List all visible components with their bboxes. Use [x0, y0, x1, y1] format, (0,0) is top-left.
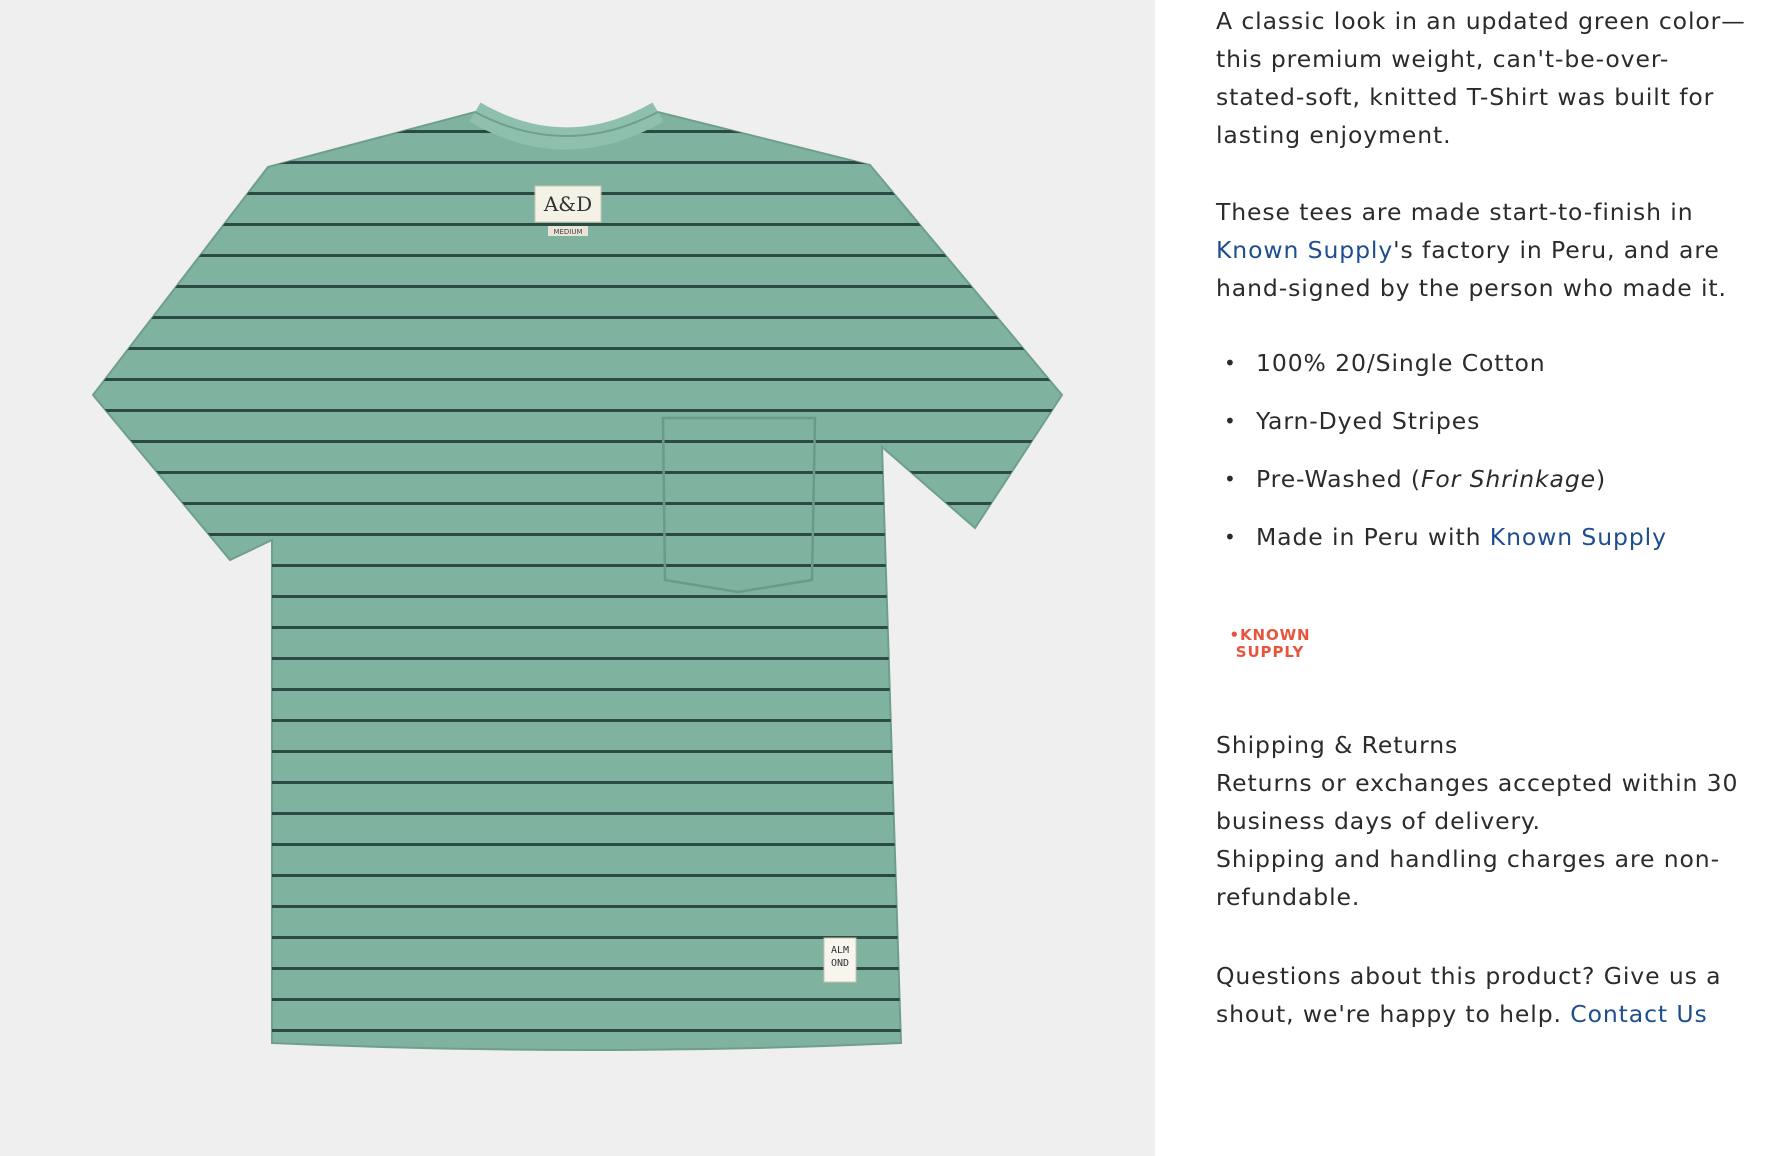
bullet-icon: • — [1224, 409, 1237, 433]
shirt-stripe — [93, 533, 1062, 536]
handling-text: Shipping and handling charges are non-re… — [1216, 845, 1720, 911]
known-supply-logo: •KNOWN SUPPLY — [1220, 620, 1320, 670]
feature-item: • Yarn-Dyed Stripes — [1216, 402, 1756, 460]
product-image[interactable]: A&D MEDIUM ALM OND — [0, 0, 1155, 1156]
shirt-stripe — [93, 1029, 1062, 1032]
shirt-stripe — [93, 347, 1062, 350]
shirt-stripe — [93, 285, 1062, 288]
known-supply-link[interactable]: Known Supply — [1490, 523, 1667, 551]
shirt-stripe — [93, 843, 1062, 846]
shipping-heading: Shipping & Returns — [1216, 731, 1459, 759]
made-in-paragraph: These tees are made start-to-finish in K… — [1216, 198, 1727, 302]
feature-list: • 100% 20/Single Cotton • Yarn-Dyed Stripe… — [1216, 344, 1756, 576]
svg-text:ALM: ALM — [831, 945, 849, 956]
svg-text:OND: OND — [831, 958, 849, 969]
shirt-stripe — [93, 502, 1062, 505]
known-supply-link[interactable]: Known Supply — [1216, 236, 1393, 264]
shirt-stripe — [93, 223, 1062, 226]
shirt-stripe — [93, 254, 1062, 257]
shirt-stripe — [93, 161, 1062, 164]
tshirt-shape: A&D MEDIUM ALM OND — [91, 102, 1064, 1051]
svg-text:MEDIUM: MEDIUM — [553, 228, 582, 236]
svg-text:•KNOWN: •KNOWN — [1229, 626, 1310, 644]
shirt-stripe — [93, 440, 1062, 443]
shirt-stripe — [93, 781, 1062, 784]
shirt-stripe — [93, 471, 1062, 474]
bullet-icon: • — [1224, 351, 1237, 375]
svg-text:SUPPLY: SUPPLY — [1236, 643, 1305, 661]
feature-item: • Pre-Washed (For Shrinkage) — [1216, 460, 1756, 518]
svg-text:A&D: A&D — [543, 192, 592, 216]
shirt-stripe — [93, 595, 1062, 598]
shirt-stripe — [93, 657, 1062, 660]
shirt-stripe — [93, 936, 1062, 939]
shirt-stripe — [93, 564, 1062, 567]
feature-item: • Made in Peru with Known Supply — [1216, 518, 1756, 576]
shirt-stripe — [93, 874, 1062, 877]
shirt-stripe — [93, 812, 1062, 815]
shirt-stripe — [93, 967, 1062, 970]
shirt-stripe — [93, 378, 1062, 381]
product-gallery: A&D MEDIUM ALM OND — [0, 0, 1155, 1156]
contact-us-link[interactable]: Contact Us — [1570, 1000, 1707, 1028]
contact-paragraph: Questions about this product? Give us a … — [1216, 962, 1722, 1028]
shirt-stripe — [93, 626, 1062, 629]
shirt-stripe — [93, 998, 1062, 1001]
shipping-returns: Shipping & Returns Returns or exchanges … — [1216, 726, 1756, 916]
shirt-stripe — [93, 905, 1062, 908]
shirt-stripe — [93, 409, 1062, 412]
returns-text: Returns or exchanges accepted within 30 … — [1216, 769, 1739, 835]
shirt-stripe — [93, 316, 1062, 319]
description-paragraph: A classic look in an updated green color… — [1216, 7, 1746, 149]
shirt-stripe — [93, 688, 1062, 691]
bullet-icon: • — [1224, 467, 1237, 491]
bullet-icon: • — [1224, 525, 1237, 549]
shirt-stripe — [93, 750, 1062, 753]
shirt-stripe — [93, 719, 1062, 722]
feature-item: • 100% 20/Single Cotton — [1216, 344, 1756, 402]
